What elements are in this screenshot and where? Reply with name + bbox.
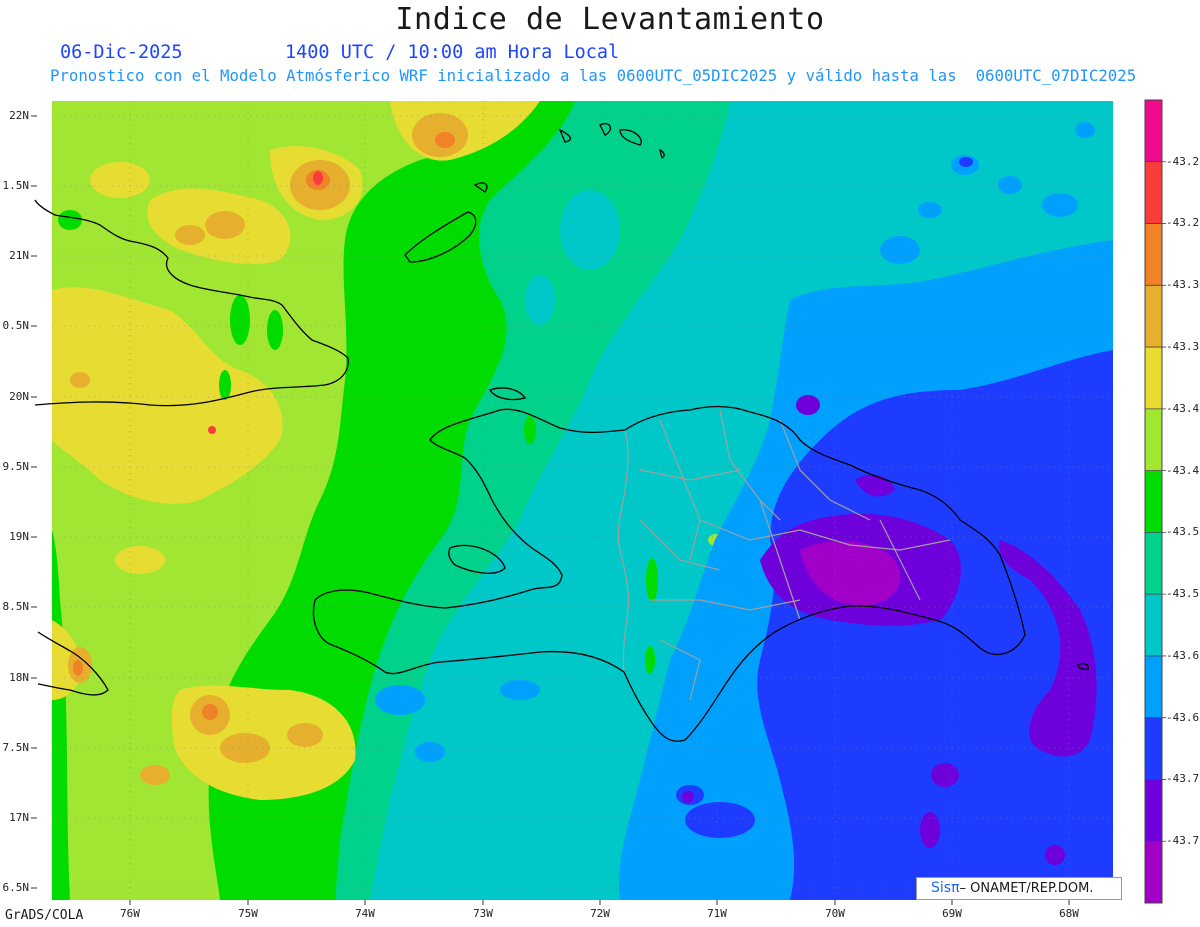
- contour-region-violet: [1045, 845, 1065, 865]
- lon-label: 69W: [942, 907, 962, 920]
- contour-region-light-blue: [1042, 193, 1078, 217]
- contour-region-cyan: [560, 190, 620, 270]
- colorbar-swatch: [1145, 779, 1162, 842]
- lat-label: 20N: [9, 390, 29, 403]
- lon-label: 72W: [590, 907, 610, 920]
- lat-label: 19N: [9, 530, 29, 543]
- lon-label: 76W: [120, 907, 140, 920]
- colorbar-label: -43.7: [1166, 772, 1200, 785]
- contour-region-blue: [685, 802, 755, 838]
- contour-region-red: [313, 171, 323, 185]
- contour-region-light-blue: [880, 236, 920, 264]
- colorbar-label: -43.5: [1166, 525, 1200, 538]
- contour-region-gold: [175, 225, 205, 245]
- colorbar-label: -43.2: [1166, 155, 1200, 168]
- lat-label: 18N: [9, 671, 29, 684]
- colorbar-swatch: [1145, 408, 1162, 471]
- colorbar-label: -43.6: [1166, 711, 1200, 724]
- colorbar-label: -43.6: [1166, 649, 1200, 662]
- contour-region-gold: [140, 765, 170, 785]
- colorbar-swatch: [1145, 100, 1162, 163]
- contour-region-orange: [435, 132, 455, 148]
- colorbar-swatch: [1145, 223, 1162, 286]
- contour-region-light-blue: [500, 680, 540, 700]
- lon-label: 71W: [707, 907, 727, 920]
- contour-region-blue: [959, 157, 973, 167]
- contour-region-green: [345, 607, 365, 643]
- lat-label: 8.5N: [2, 600, 30, 613]
- lat-label: 17N: [9, 811, 29, 824]
- contour-region-yellow: [115, 546, 165, 574]
- contour-region-cyan: [440, 628, 500, 652]
- contour-region-violet: [796, 395, 820, 415]
- lifted-index-map: [31, 99, 1166, 905]
- colorbar-swatch: [1145, 285, 1162, 348]
- contour-region-light-blue: [918, 202, 942, 218]
- contour-region-green: [645, 646, 655, 674]
- colorbar-label: -43.7: [1166, 834, 1200, 847]
- contour-region-light-blue: [998, 176, 1022, 194]
- contour-region-gold: [70, 372, 90, 388]
- contour-region-cyan: [390, 770, 470, 830]
- lon-label: 68W: [1059, 907, 1079, 920]
- lat-label: 0.5N: [2, 319, 30, 332]
- colorbar-swatch: [1145, 347, 1162, 410]
- contour-region-gold: [205, 211, 245, 239]
- colorbar-swatch: [1145, 161, 1162, 224]
- colorbar: [1144, 99, 1166, 904]
- colorbar-label: -43.4: [1166, 402, 1200, 415]
- colorbar-swatch: [1145, 532, 1162, 595]
- colorbar-swatch: [1145, 717, 1162, 780]
- lat-label: 7.5N: [2, 741, 30, 754]
- colorbar-swatch: [1145, 594, 1162, 657]
- grads-credit: GrADS/COLA: [5, 908, 84, 923]
- colorbar-swatch: [1145, 655, 1162, 718]
- lat-label: 1.5N: [2, 179, 30, 192]
- contour-region-violet: [920, 812, 940, 848]
- contour-region-green: [230, 295, 250, 345]
- sispi-logo: Sisπ: [931, 880, 960, 896]
- colorbar-label: -43.5: [1166, 587, 1200, 600]
- contour-region-cyan: [525, 275, 555, 325]
- contour-region-light-blue: [415, 742, 445, 762]
- logo-text: – ONAMET/REP.DOM.: [959, 881, 1094, 896]
- colorbar-swatch: [1145, 470, 1162, 533]
- lat-label: 6.5N: [2, 881, 30, 894]
- contour-region-yellow: [90, 162, 150, 198]
- colorbar-swatch: [1145, 841, 1162, 904]
- contour-region-violet: [931, 763, 959, 787]
- lon-label: 70W: [825, 907, 845, 920]
- contour-region-orange: [202, 704, 218, 720]
- colorbar-label: -43.2: [1166, 216, 1200, 229]
- contour-region-violet: [682, 791, 694, 803]
- lat-label: 9.5N: [2, 460, 30, 473]
- contour-region-light-blue: [375, 685, 425, 715]
- contour-region-light-blue: [1075, 122, 1095, 138]
- contour-region-green: [58, 210, 82, 230]
- colorbar-label: -43.4: [1166, 464, 1200, 477]
- contour-region-green: [524, 416, 536, 444]
- lon-label: 74W: [355, 907, 375, 920]
- lon-label: 75W: [238, 907, 258, 920]
- onamet-logo-box: Sisπ– ONAMET/REP.DOM.: [916, 877, 1122, 900]
- lat-label: 22N: [9, 109, 29, 122]
- colorbar-label: -43.3: [1166, 340, 1200, 353]
- contour-region-green: [267, 310, 283, 350]
- contour-region-green: [219, 370, 231, 400]
- lat-label: 21N: [9, 249, 29, 262]
- contour-field: [52, 101, 1113, 900]
- contour-region-gold: [287, 723, 323, 747]
- lon-label: 73W: [473, 907, 493, 920]
- colorbar-label: -43.3: [1166, 278, 1200, 291]
- contour-region-orange: [73, 660, 83, 676]
- contour-region-red: [208, 426, 216, 434]
- contour-region-green: [646, 558, 658, 602]
